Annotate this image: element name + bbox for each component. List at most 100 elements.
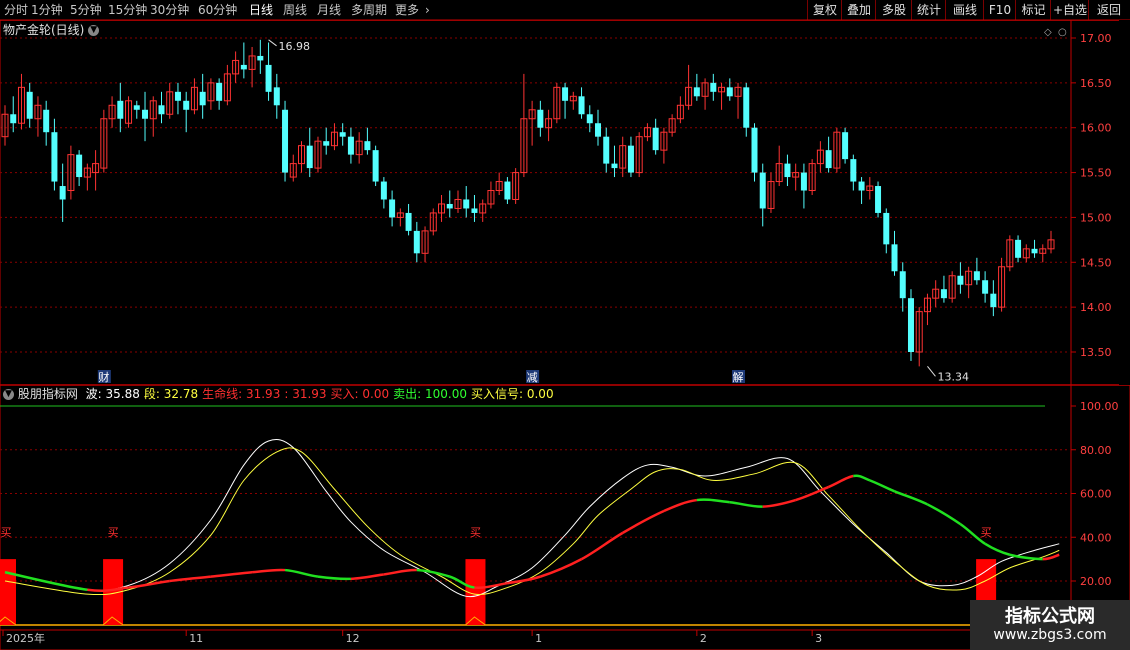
diamond-icon: ◇ xyxy=(1044,27,1052,38)
y-tick-label: 100.00 xyxy=(1080,400,1119,413)
life-line-segment xyxy=(350,573,385,581)
buy-signal-label: 买 xyxy=(470,526,481,539)
candle-body xyxy=(389,199,396,218)
life-line-segment xyxy=(762,498,797,508)
event-marker: 减 xyxy=(527,371,538,384)
candle-body xyxy=(446,203,453,209)
event-marker: 解 xyxy=(733,370,744,384)
candle-body xyxy=(1015,239,1022,258)
buy-signal-label: 买 xyxy=(108,526,119,539)
candle-body xyxy=(216,82,223,101)
candle-body xyxy=(306,145,313,169)
x-tick-label: 2025年 xyxy=(6,631,45,645)
candle-body xyxy=(199,91,206,106)
watermark-url: www.zbgs3.com xyxy=(993,627,1107,643)
circle-icon: ○ xyxy=(1058,27,1067,38)
candle-body xyxy=(957,275,964,285)
candle-body xyxy=(850,159,857,182)
candle-body xyxy=(10,114,17,124)
life-line-segment xyxy=(696,498,730,504)
candle-body xyxy=(59,186,66,200)
y-tick-label: 13.50 xyxy=(1080,346,1112,359)
candle-body xyxy=(26,91,33,119)
life-line-segment xyxy=(1042,553,1060,561)
x-tick-label: 3 xyxy=(815,632,822,645)
candle-body xyxy=(982,280,989,294)
candle-body xyxy=(899,271,906,299)
event-marker: 财 xyxy=(98,370,109,384)
candle-body xyxy=(800,172,807,191)
life-line-segment xyxy=(926,503,962,526)
candle-body xyxy=(940,289,947,299)
candle-body xyxy=(372,150,379,182)
candle-body xyxy=(883,212,890,245)
annotation-arrow xyxy=(268,39,277,47)
candle-body xyxy=(323,141,330,146)
extreme-label: 13.34 xyxy=(937,370,969,383)
candle-body xyxy=(405,212,412,231)
candle-body xyxy=(603,136,610,164)
candle-body xyxy=(1031,248,1038,254)
life-line-segment xyxy=(416,568,451,578)
watermark-title: 指标公式网 xyxy=(1005,606,1095,627)
extreme-label: 16.98 xyxy=(279,40,311,53)
candle-body xyxy=(710,82,717,92)
candle-body xyxy=(726,87,733,97)
y-tick-label: 15.50 xyxy=(1080,167,1112,180)
candle-body xyxy=(364,141,371,151)
candle-body xyxy=(471,208,478,213)
candle-body xyxy=(537,109,544,128)
candle-body xyxy=(339,132,346,137)
candle-body xyxy=(257,55,264,61)
candle-body xyxy=(51,132,58,182)
y-tick-label: 14.00 xyxy=(1080,301,1112,314)
y-tick-label: 20.00 xyxy=(1080,575,1112,588)
candle-body xyxy=(973,271,980,281)
candle-body xyxy=(842,132,849,160)
candle-body xyxy=(174,91,181,101)
life-line-segment xyxy=(128,579,170,589)
y-tick-label: 17.00 xyxy=(1080,32,1112,45)
life-line-segment xyxy=(383,568,417,576)
x-tick-label: 12 xyxy=(346,632,360,645)
candle-body xyxy=(117,100,124,119)
buy-signal-label: 买 xyxy=(981,526,992,539)
annotation-arrow xyxy=(927,366,936,377)
life-line-segment xyxy=(210,571,253,578)
life-line-segment xyxy=(869,479,895,493)
candle-body xyxy=(743,87,750,128)
buy-signal-bar xyxy=(0,559,16,625)
life-line-segment xyxy=(284,568,319,578)
candle-body xyxy=(784,163,791,178)
candle-body xyxy=(43,109,50,133)
candle-body xyxy=(858,181,865,191)
candle-body xyxy=(142,109,149,119)
candle-body xyxy=(158,105,165,115)
candle-body xyxy=(240,64,247,70)
candle-body xyxy=(183,100,190,110)
right-strip xyxy=(1119,20,1130,385)
candle-body xyxy=(413,230,420,254)
candle-body xyxy=(273,87,280,106)
segment-line xyxy=(4,447,1060,596)
life-line-segment xyxy=(984,542,1011,556)
y-tick-label: 14.50 xyxy=(1080,256,1112,269)
candle-body xyxy=(875,186,882,213)
candle-body xyxy=(347,136,354,155)
y-tick-label: 16.50 xyxy=(1080,77,1112,90)
x-tick-label: 11 xyxy=(189,632,203,645)
y-tick-label: 60.00 xyxy=(1080,488,1112,501)
wave-line xyxy=(4,439,1060,598)
watermark-logo: 指标公式网 www.zbgs3.com xyxy=(970,600,1130,650)
life-line-segment xyxy=(251,568,286,574)
candle-body xyxy=(265,64,272,92)
x-tick-label: 1 xyxy=(535,632,542,645)
candle-body xyxy=(759,172,766,209)
candle-body xyxy=(825,150,832,169)
candle-body xyxy=(652,127,659,151)
buy-signal-label: 买 xyxy=(1,526,12,539)
life-line-segment xyxy=(729,501,763,508)
candle-body xyxy=(463,199,470,209)
life-line-segment xyxy=(580,531,624,561)
candle-body xyxy=(627,145,634,173)
